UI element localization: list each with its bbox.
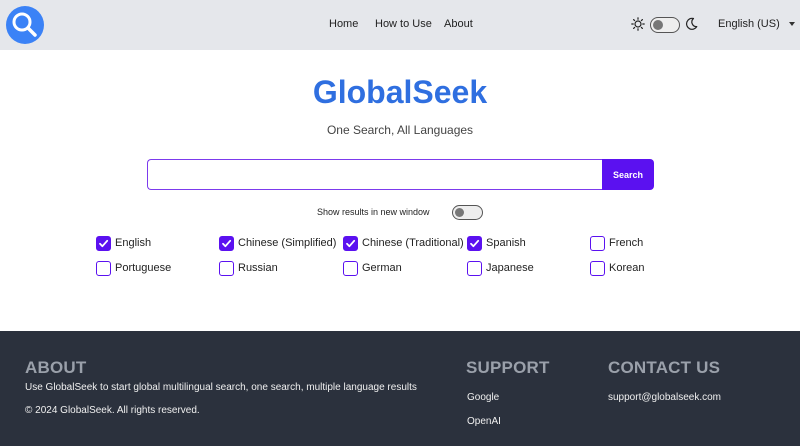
- search-button[interactable]: Search: [602, 159, 654, 190]
- lang-label: English: [115, 237, 152, 249]
- language-select-value: English (US): [718, 18, 780, 30]
- toggle-knob: [455, 208, 464, 217]
- footer-about-description: Use GlobalSeek to start global multiling…: [25, 382, 417, 393]
- lang-option-russian[interactable]: Russian: [219, 260, 278, 276]
- checkbox-checked[interactable]: [219, 235, 234, 251]
- lang-option-spanish[interactable]: Spanish: [467, 235, 526, 251]
- footer-link-google[interactable]: Google: [467, 392, 499, 403]
- toggle-knob: [653, 20, 663, 30]
- lang-label: German: [362, 262, 402, 274]
- nav-how-to-use-link[interactable]: How to Use: [375, 18, 432, 30]
- top-navbar: Home How to Use About English (US): [0, 0, 800, 50]
- lang-label: Chinese (Traditional): [362, 237, 464, 249]
- lang-label: Japanese: [486, 262, 534, 274]
- search-input[interactable]: [147, 159, 603, 190]
- footer-about-heading: ABOUT: [25, 358, 87, 377]
- footer-copyright: © 2024 GlobalSeek. All rights reserved.: [25, 405, 200, 416]
- checkbox-checked[interactable]: [343, 235, 358, 251]
- caret-down-icon: [788, 22, 795, 27]
- lang-option-german[interactable]: German: [343, 260, 402, 276]
- checkbox[interactable]: [219, 260, 234, 276]
- lang-label: Korean: [609, 262, 645, 274]
- moon-icon: [685, 17, 698, 36]
- logo-search-icon[interactable]: [6, 6, 44, 44]
- checkbox[interactable]: [467, 260, 482, 276]
- lang-option-chinese-traditional[interactable]: Chinese (Traditional): [343, 235, 464, 251]
- lang-option-french[interactable]: French: [590, 235, 643, 251]
- checkbox[interactable]: [96, 260, 111, 276]
- lang-option-portuguese[interactable]: Portuguese: [96, 260, 171, 276]
- footer-support-heading: SUPPORT: [466, 358, 550, 377]
- lang-option-chinese-simplified[interactable]: Chinese (Simplified): [219, 235, 336, 251]
- footer: ABOUT Use GlobalSeek to start global mul…: [0, 331, 800, 446]
- sun-icon: [631, 17, 645, 36]
- checkbox[interactable]: [343, 260, 358, 276]
- checkbox-checked[interactable]: [467, 235, 482, 251]
- checkbox[interactable]: [590, 260, 605, 276]
- footer-contact-email[interactable]: support@globalseek.com: [608, 392, 721, 403]
- lang-label: Chinese (Simplified): [238, 237, 337, 249]
- lang-label: Portuguese: [115, 262, 172, 274]
- lang-option-korean[interactable]: Korean: [590, 260, 644, 276]
- lang-label: French: [609, 237, 644, 249]
- nav-about-link[interactable]: About: [444, 18, 473, 30]
- new-window-label: Show results in new window: [317, 207, 430, 217]
- nav-home-link[interactable]: Home: [329, 18, 358, 30]
- lang-label: Spanish: [486, 237, 526, 249]
- language-select[interactable]: English (US): [718, 18, 795, 30]
- checkbox-checked[interactable]: [96, 235, 111, 251]
- lang-option-japanese[interactable]: Japanese: [467, 260, 534, 276]
- tagline: One Search, All Languages: [326, 123, 474, 137]
- theme-toggle[interactable]: [650, 17, 680, 33]
- page-title: GlobalSeek: [312, 74, 488, 110]
- lang-label: Russian: [238, 262, 278, 274]
- lang-option-english[interactable]: English: [96, 235, 151, 251]
- footer-link-openai[interactable]: OpenAI: [467, 416, 501, 427]
- checkbox[interactable]: [590, 235, 605, 251]
- new-window-toggle[interactable]: [452, 205, 483, 220]
- footer-contact-heading: CONTACT US: [608, 358, 721, 377]
